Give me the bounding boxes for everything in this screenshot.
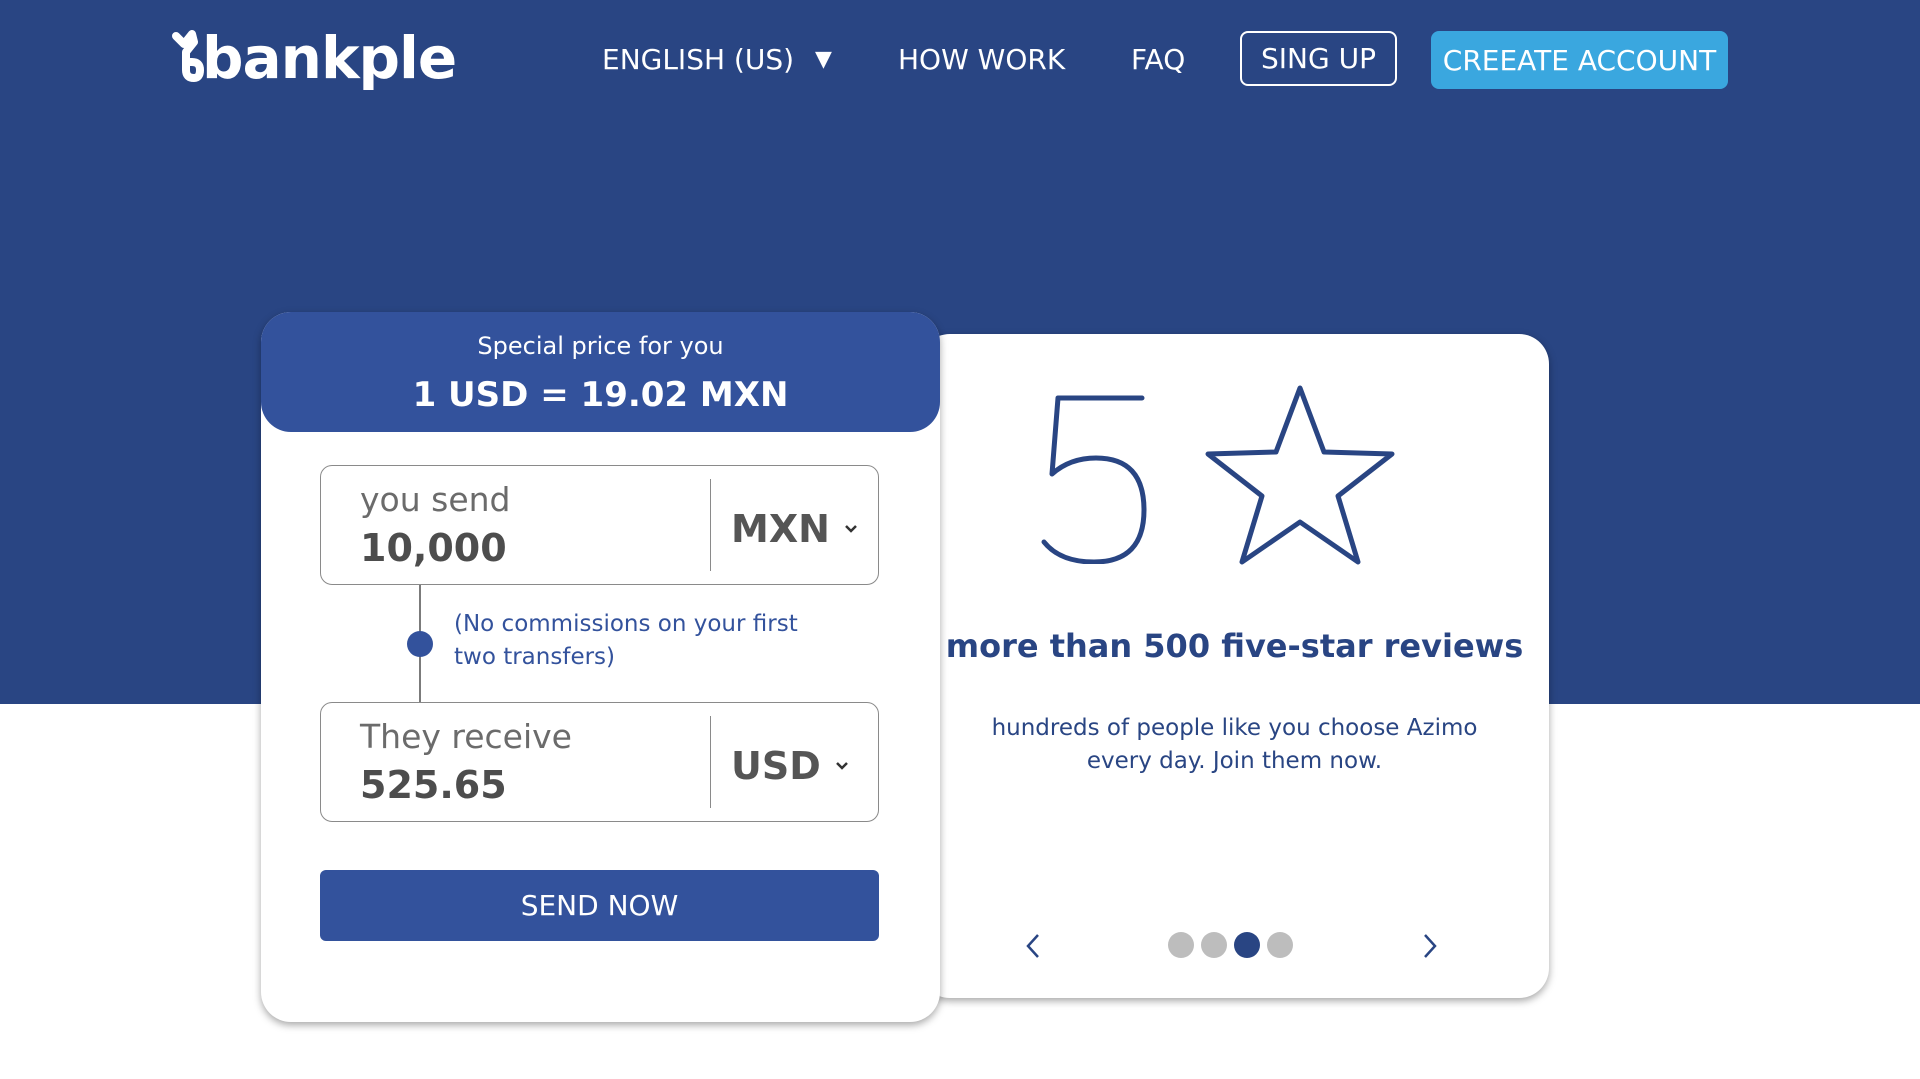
reviews-subtitle: hundreds of people like you choose Azimo… [991, 715, 1478, 774]
star-icon [1205, 385, 1395, 565]
send-amount-input[interactable]: 10,000 [360, 526, 680, 570]
converter-card: Special price for you 1 USD = 19.02 MXN … [261, 312, 940, 1022]
receive-currency-code: USD [731, 744, 821, 788]
commission-note: (No commissions on your first two transf… [454, 611, 798, 670]
exchange-rate: 1 USD = 19.02 MXN [412, 375, 789, 415]
chevron-right-icon[interactable] [1420, 932, 1440, 960]
carousel-dots [1168, 932, 1293, 958]
carousel-dot[interactable] [1234, 932, 1260, 958]
carousel-dot[interactable] [1267, 932, 1293, 958]
reviews-card: more than 500 five-star reviews hundreds… [920, 334, 1549, 998]
logo-text: bankple [202, 24, 457, 92]
bankple-logo[interactable]: bankple [172, 18, 457, 98]
caret-down-icon[interactable]: ▼ [815, 40, 832, 80]
send-label: you send [360, 480, 511, 519]
receive-currency-select[interactable]: USD [731, 741, 849, 791]
special-price-label: Special price for you [477, 332, 724, 360]
nav-faq[interactable]: FAQ [1131, 40, 1185, 80]
create-account-button[interactable]: CREEATE ACCOUNT [1431, 31, 1728, 89]
receive-label: They receive [360, 717, 572, 756]
rating-number [1041, 395, 1147, 564]
carousel-dot[interactable] [1168, 932, 1194, 958]
special-price-header: Special price for you 1 USD = 19.02 MXN [261, 312, 940, 432]
chevron-down-icon [845, 525, 857, 533]
chevron-left-icon[interactable] [1023, 932, 1043, 960]
signup-button[interactable]: SING UP [1240, 31, 1397, 86]
send-currency-select[interactable]: MXN [731, 504, 858, 554]
send-currency-code: MXN [731, 507, 830, 551]
receive-amount-input[interactable]: 525.65 [360, 763, 680, 807]
field-divider [710, 479, 711, 571]
chevron-down-icon [835, 762, 848, 770]
language-selector[interactable]: ENGLISH (US) [602, 40, 794, 80]
send-amount-field[interactable]: you send 10,000 MXN [320, 465, 879, 585]
connector-dot [407, 631, 433, 657]
send-now-button[interactable]: SEND NOW [320, 870, 879, 941]
field-divider [710, 716, 711, 808]
carousel-dot[interactable] [1201, 932, 1227, 958]
nav-how-work[interactable]: HOW WORK [898, 40, 1065, 80]
receive-amount-field[interactable]: They receive 525.65 USD [320, 702, 879, 822]
reviews-title: more than 500 five-star reviews [945, 627, 1524, 665]
logo-mark-icon [172, 30, 206, 86]
